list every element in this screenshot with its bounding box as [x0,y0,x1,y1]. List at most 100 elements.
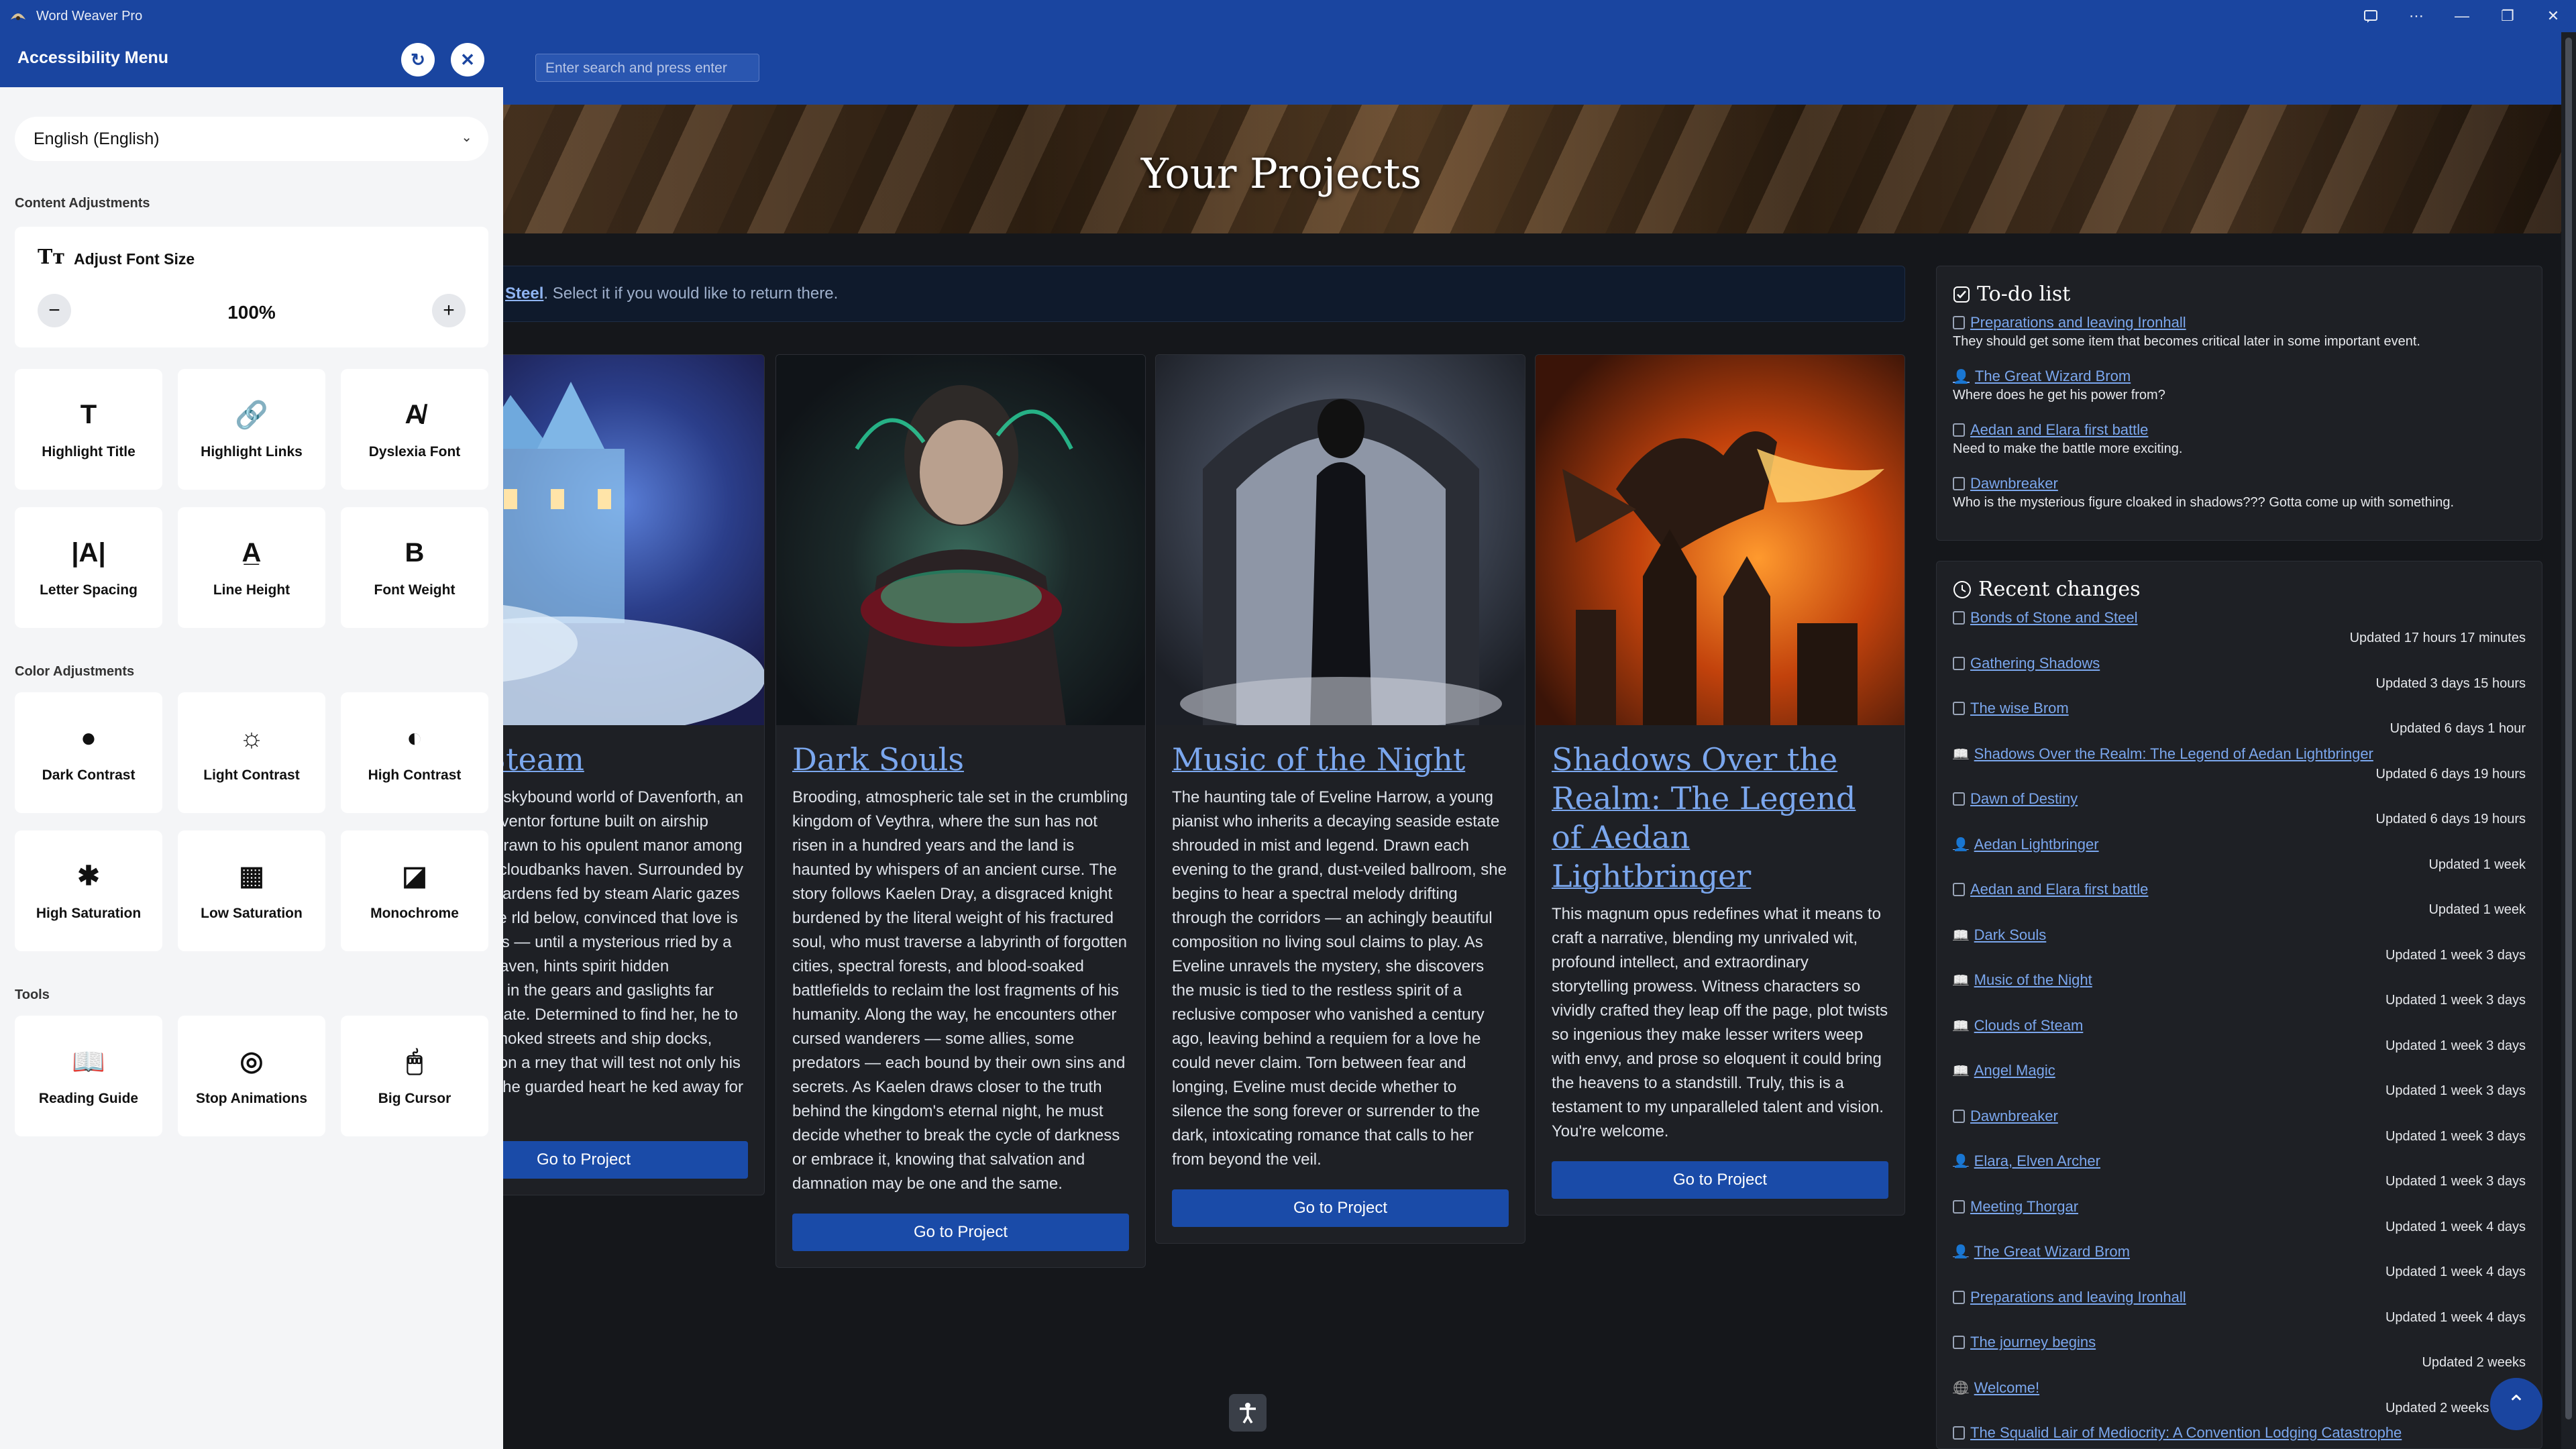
reset-icon[interactable]: ↻ [401,43,435,76]
letter-spacing-toggle[interactable]: |A| Letter Spacing [15,507,162,628]
high-saturation-toggle[interactable]: ✱ High Saturation [15,830,162,951]
recent-change-link[interactable]: 👤 The Great Wizard Brom [1953,1240,2526,1263]
font-weight-icon: B [405,537,425,568]
recent-change-link[interactable]: 🌐 Welcome! [1953,1377,2526,1399]
recent-change-time: Updated 1 week 3 days [2385,993,2526,1008]
page-icon [1953,423,1965,437]
project-card: Music of the Night The haunting tale of … [1155,354,1525,1244]
recent-change-link[interactable]: Bonds of Stone and Steel [1953,606,2526,629]
recent-change-link[interactable]: 📖 Music of the Night [1953,969,2526,991]
recent-change-link[interactable]: 👤 Elara, Elven Archer [1953,1150,2526,1173]
line-height-icon: A̲ [241,537,262,568]
todo-description: Where does he get his power from? [1953,388,2165,402]
restore-button[interactable]: ❐ [2485,0,2530,32]
accessibility-icon[interactable] [1229,1394,1267,1432]
clock-icon [1953,580,1971,598]
recent-change-link[interactable]: Dawnbreaker [1953,1105,2526,1128]
feedback-icon[interactable] [2348,0,2394,32]
close-window-button[interactable]: ✕ [2530,0,2576,32]
recent-change-link[interactable]: Gathering Shadows [1953,652,2526,675]
big-cursor-toggle[interactable]: 🖱 Big Cursor [341,1016,488,1136]
recent-change-link[interactable]: 👤 Aedan Lightbringer [1953,833,2526,856]
more-options-icon[interactable]: ⋯ [2394,0,2439,32]
reading-guide-toggle[interactable]: 📖 Reading Guide [15,1016,162,1136]
project-cover-image [1156,355,1525,725]
dyslexia-font-icon: A̸ [405,399,425,429]
minimize-button[interactable]: — [2439,0,2485,32]
recent-change-link[interactable]: The wise Brom [1953,697,2526,720]
checklist-icon [1953,286,1970,303]
recent-change-item: Aedan and Elara first battle Updated 1 we… [1937,878,2542,924]
recent-change-link[interactable]: Meeting Thorgar [1953,1195,2526,1218]
monochrome-toggle[interactable]: ◪ Monochrome [341,830,488,951]
scrollbar-thumb[interactable] [2565,38,2572,1419]
recent-change-link[interactable]: Preparations and leaving Ironhall [1953,1286,2526,1309]
recent-change-time: Updated 1 week 3 days [2385,1083,2526,1098]
todo-item: Preparations and leaving Ironhall They s… [1937,311,2542,365]
last-project-link[interactable]: Steel [505,284,543,303]
project-title[interactable]: Shadows Over the Realm: The Legend of Ae… [1552,740,1888,896]
light-contrast-toggle[interactable]: ☼ Light Contrast [178,692,325,813]
recent-change-link[interactable]: 📖 Dark Souls [1953,924,2526,947]
recent-change-time: Updated 1 week 3 days [2385,1128,2526,1144]
page-icon [1953,477,1965,490]
scroll-to-top-icon[interactable]: ⌃ [2490,1378,2542,1430]
recent-change-link[interactable]: Dawn of Destiny [1953,788,2526,810]
accessibility-menu: Accessibility Menu ↻ ✕ English (English)… [0,32,503,1449]
todo-link[interactable]: Preparations and leaving Ironhall [1953,311,2526,334]
close-icon[interactable]: ✕ [451,43,484,76]
stop-animations-toggle[interactable]: ◎ Stop Animations [178,1016,325,1136]
dark-contrast-toggle[interactable]: ● Dark Contrast [15,692,162,813]
todo-link[interactable]: Aedan and Elara first battle [1953,419,2526,441]
recent-changes-list: Bonds of Stone and Steel Updated 17 hours… [1937,606,2542,1448]
low-saturation-toggle[interactable]: ▦ Low Saturation [178,830,325,951]
font-weight-toggle[interactable]: B Font Weight [341,507,488,628]
page-icon [1953,316,1965,329]
go-to-project-button[interactable]: Go to Project [1552,1161,1888,1199]
recent-change-link[interactable]: The Squalid Lair of Mediocrity: A Conven… [1953,1421,2526,1444]
project-title[interactable]: Dark Souls [792,740,1129,779]
page-scrollbar[interactable] [2561,32,2576,1449]
tile-label: Big Cursor [378,1091,451,1106]
high-contrast-toggle[interactable]: ◐ High Contrast [341,692,488,813]
recent-change-link[interactable]: 📖 Clouds of Steam [1953,1014,2526,1037]
go-to-project-button[interactable]: Go to Project [1172,1189,1509,1227]
recent-changes-heading: Recent changes [1937,561,2542,606]
recent-change-link[interactable]: 📖 Angel Magic [1953,1059,2526,1082]
recent-change-time: Updated 3 days 15 hours [2375,676,2526,691]
recent-change-time: Updated 1 week 3 days [2385,1174,2526,1189]
recent-change-time: Updated 17 hours 17 minutes [2349,631,2526,645]
highlight-links-toggle[interactable]: 🔗 Highlight Links [178,369,325,490]
recent-change-item: 👤 The Great Wizard Brom Updated 1 week 4 d… [1937,1240,2542,1286]
window-titlebar: Word Weaver Pro ⋯ — ❐ ✕ [0,0,2576,32]
search-input[interactable]: Enter search and press enter [535,54,759,82]
recent-change-time: Updated 1 week 4 days [2385,1265,2526,1279]
project-title[interactable]: Music of the Night [1172,740,1509,779]
recent-change-link[interactable]: The journey begins [1953,1331,2526,1354]
page-icon [1953,611,1965,625]
todo-item: Aedan and Elara first battle Need to mak… [1937,419,2542,472]
highlight-title-icon: T [80,399,97,429]
dyslexia-font-toggle[interactable]: A̸ Dyslexia Font [341,369,488,490]
recent-change-time: Updated 1 week 3 days [2385,1038,2526,1053]
recent-change-time: Updated 6 days 19 hours [2375,766,2526,782]
line-height-toggle[interactable]: A̲ Line Height [178,507,325,628]
recent-change-item: 👤 Aedan Lightbringer Updated 1 week [1937,833,2542,879]
recent-change-link[interactable]: 📖 Shadows Over the Realm: The Legend of A… [1953,743,2526,765]
book-icon: 📖 [1953,1064,1969,1078]
recent-change-item: Dawnbreaker Updated 1 week 3 days [1937,1105,2542,1150]
recent-change-link[interactable]: Aedan and Elara first battle [1953,878,2526,901]
go-to-project-button[interactable]: Go to Project [792,1214,1129,1251]
highlight-title-toggle[interactable]: T Highlight Title [15,369,162,490]
todo-link[interactable]: Dawnbreaker [1953,472,2526,495]
todo-description: Need to make the battle more exciting. [1953,441,2183,456]
accessibility-menu-title: Accessibility Menu [17,48,169,67]
tile-label: Reading Guide [38,1091,139,1106]
tile-label: Light Contrast [203,767,300,783]
todo-link[interactable]: 👤 The Great Wizard Brom [1953,365,2526,388]
stop-animations-icon: ◎ [239,1046,264,1076]
recent-change-time: Updated 2 weeks [2422,1355,2526,1370]
language-select[interactable]: English (English) ⌄ [15,117,488,161]
recent-change-time: Updated 1 week [2428,902,2526,917]
increase-font-button[interactable]: + [432,294,466,327]
